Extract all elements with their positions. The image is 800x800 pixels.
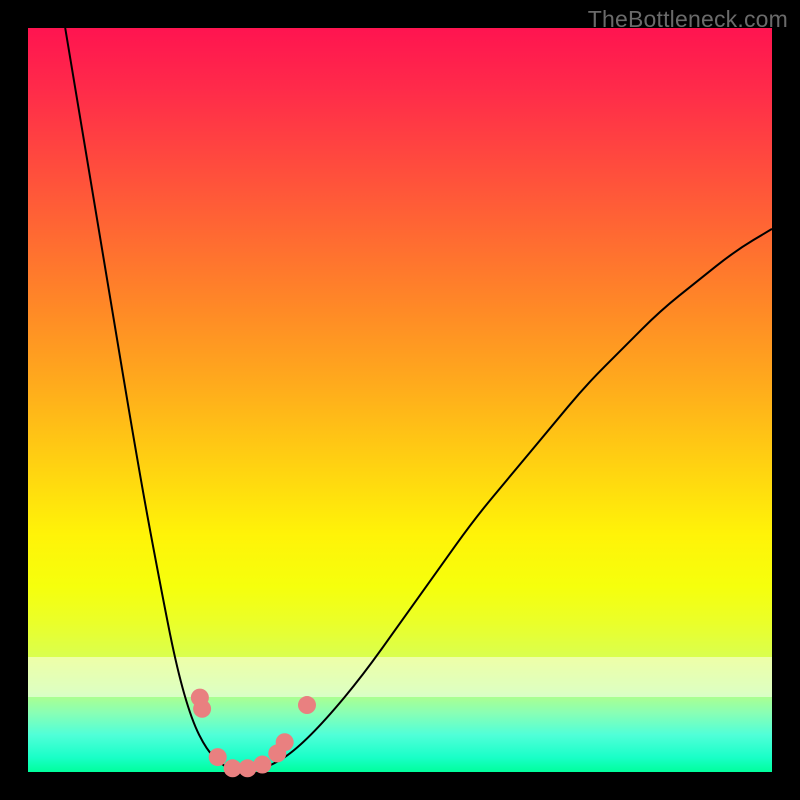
curve-plot <box>28 28 772 772</box>
marker-dots <box>191 689 316 778</box>
marker-dot <box>253 756 271 774</box>
marker-dot <box>193 700 211 718</box>
bottleneck-curve <box>65 28 772 772</box>
marker-dot <box>298 696 316 714</box>
marker-dot <box>209 748 227 766</box>
marker-dot <box>276 733 294 751</box>
